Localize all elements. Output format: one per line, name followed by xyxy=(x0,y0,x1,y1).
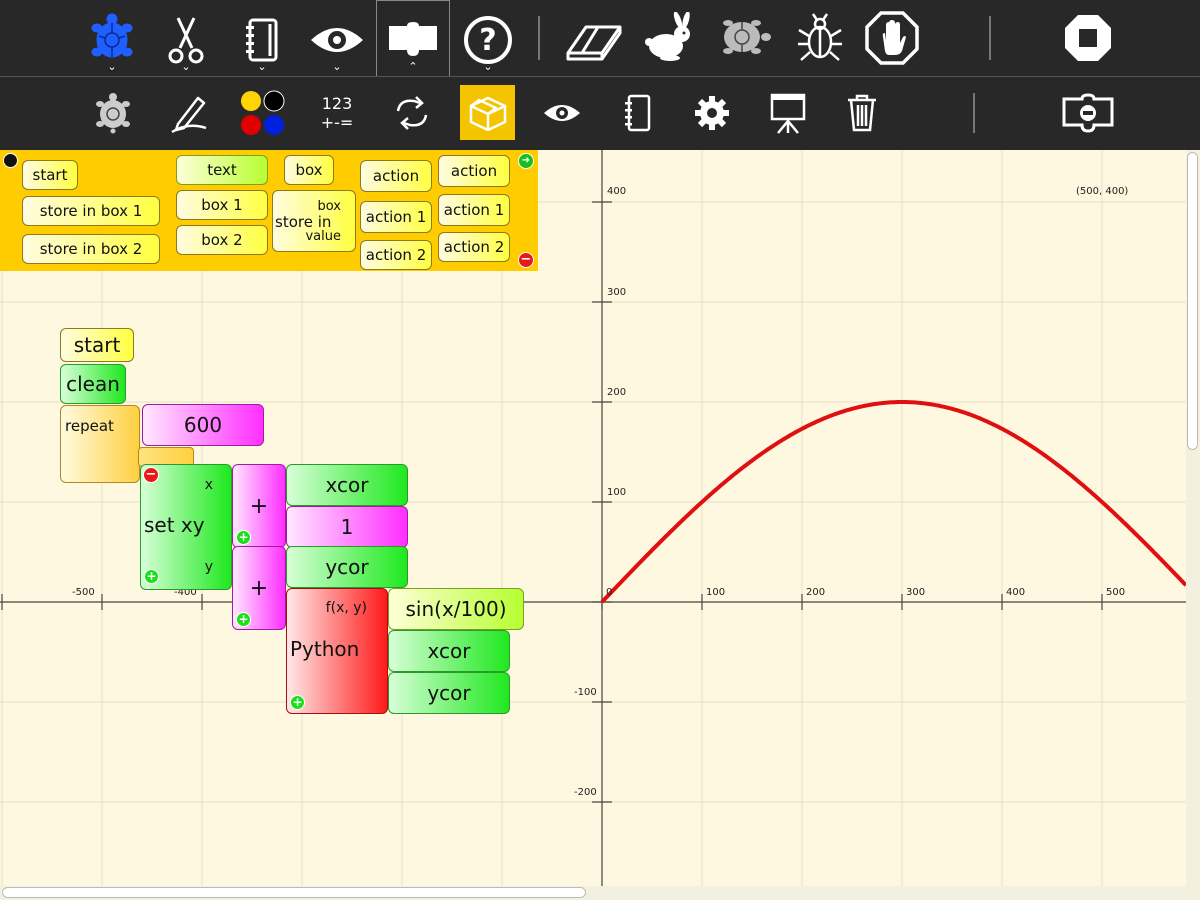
clean-block[interactable]: clean xyxy=(60,364,126,404)
palette-action2-call-block[interactable]: action 2 xyxy=(438,232,510,262)
view-menu-caret: ⌄ xyxy=(332,60,342,73)
palette-action2-block[interactable]: action 2 xyxy=(360,240,432,270)
y-tick-label: 400 xyxy=(607,186,627,197)
bug-icon[interactable] xyxy=(790,6,850,70)
y-tick-label: -100 xyxy=(574,687,597,698)
extras-palette-icon[interactable] xyxy=(684,85,740,141)
y-tick-label: 200 xyxy=(607,387,627,398)
scissors-icon[interactable]: ⌄ xyxy=(158,6,214,74)
palette-action-block[interactable]: action xyxy=(360,160,432,192)
palette-box2-block[interactable]: box 2 xyxy=(176,225,268,255)
y-tick-label: 300 xyxy=(607,287,627,298)
start-block[interactable]: start xyxy=(60,328,134,362)
palette-store-in-block[interactable]: store in box value xyxy=(272,190,356,252)
turtle-menu-caret: ⌄ xyxy=(107,60,117,73)
collapse-icon[interactable]: − xyxy=(143,467,159,483)
palette-menu-caret: ⌃ xyxy=(408,60,418,73)
turtle-icon[interactable]: ⌄ xyxy=(84,6,140,74)
y-tick-label: -200 xyxy=(574,787,597,798)
setxy-x-label: x xyxy=(204,477,213,493)
trash-icon[interactable] xyxy=(834,85,890,141)
project-menu-caret: ⌄ xyxy=(257,60,267,73)
palette-box-block[interactable]: box xyxy=(284,155,334,185)
expand-icon[interactable]: + xyxy=(144,569,159,584)
x-tick-label: 500 xyxy=(1106,587,1126,598)
repeat-count-block[interactable]: 600 xyxy=(142,404,264,446)
store-in-box-label: box xyxy=(317,199,342,214)
python-ycor-block[interactable]: ycor xyxy=(388,672,510,714)
python-xcor-block[interactable]: xcor xyxy=(388,630,510,672)
palette-shrink-icon[interactable]: − xyxy=(518,252,534,268)
rabbit-icon[interactable] xyxy=(638,6,698,70)
python-fxy-label: f(x, y) xyxy=(325,600,367,616)
presentation-palette-icon[interactable] xyxy=(760,85,816,141)
notebook-icon[interactable]: ⌄ xyxy=(234,6,290,74)
number-one-block[interactable]: 1 xyxy=(286,506,408,548)
x-tick-label: 200 xyxy=(806,587,826,598)
repeat-label: repeat xyxy=(65,417,114,435)
horizontal-scroll-thumb[interactable] xyxy=(2,887,586,898)
palette-action1-block[interactable]: action 1 xyxy=(360,201,432,233)
palette-action-call-block[interactable]: action xyxy=(438,155,510,187)
python-label: Python xyxy=(290,637,360,661)
expand-icon[interactable]: + xyxy=(236,530,251,545)
stop-icon[interactable] xyxy=(1058,6,1118,70)
y-tick-label: 100 xyxy=(607,487,627,498)
help-menu-caret: ⌄ xyxy=(483,60,493,73)
collapse-icon[interactable] xyxy=(1058,85,1118,141)
media-palette-icon[interactable] xyxy=(610,85,666,141)
toolbar-separator xyxy=(538,16,540,60)
numbers-icon-bottom: +-= xyxy=(320,113,354,132)
toolbar-separator xyxy=(989,16,991,60)
pen-palette-icon[interactable] xyxy=(161,85,217,141)
blocks-palette-icon[interactable] xyxy=(460,85,515,140)
xcor-block[interactable]: xcor xyxy=(286,464,408,506)
palette-store-box2-block[interactable]: store in box 2 xyxy=(22,234,160,264)
x-tick-label: 100 xyxy=(706,587,726,598)
repeat-block[interactable]: repeat xyxy=(60,405,140,483)
turtle-palette-icon[interactable] xyxy=(85,85,141,141)
toolbar-separator xyxy=(973,93,975,133)
stop-hand-icon[interactable] xyxy=(862,6,922,70)
palette-action1-call-block[interactable]: action 1 xyxy=(438,194,510,226)
setxy-y-label: y xyxy=(204,559,213,575)
numbers-palette-icon[interactable]: 123 +-= xyxy=(309,85,365,141)
numbers-icon-top: 123 xyxy=(321,94,353,113)
edit-menu-caret: ⌄ xyxy=(181,60,191,73)
coordinate-readout: (500, 400) xyxy=(1076,186,1129,197)
x-tick-label: 0 xyxy=(606,587,613,598)
palette-box1-block[interactable]: box 1 xyxy=(176,190,268,220)
slow-turtle-icon[interactable] xyxy=(714,6,774,70)
palette-store-box1-block[interactable]: store in box 1 xyxy=(22,196,160,226)
x-tick-label: 400 xyxy=(1006,587,1026,598)
palette-toggle-icon[interactable]: ⌃ xyxy=(384,6,442,74)
flow-palette-icon[interactable] xyxy=(384,85,440,141)
store-in-value-label: value xyxy=(305,229,341,244)
eraser-icon[interactable] xyxy=(562,6,626,70)
ycor-block[interactable]: ycor xyxy=(286,546,408,588)
colors-palette-icon[interactable] xyxy=(234,85,290,141)
palette-start-block[interactable]: start xyxy=(22,160,78,190)
palette-orientation-icon[interactable] xyxy=(3,153,18,168)
sensors-palette-icon[interactable] xyxy=(534,85,590,141)
python-expression-block[interactable]: sin(x/100) xyxy=(388,588,524,630)
palette-next-icon[interactable]: ➜ xyxy=(518,153,534,169)
eye-icon[interactable]: ⌄ xyxy=(309,6,365,74)
vertical-scroll-thumb[interactable] xyxy=(1187,152,1198,450)
svg-text:?: ? xyxy=(479,23,496,58)
expand-icon[interactable]: + xyxy=(290,695,305,710)
expand-icon[interactable]: + xyxy=(236,612,251,627)
x-tick-label: -500 xyxy=(72,587,95,598)
setxy-label: set xy xyxy=(144,513,205,537)
x-tick-label: 300 xyxy=(906,587,926,598)
help-icon[interactable]: ? ⌄ xyxy=(460,6,516,74)
palette-text-block[interactable]: text xyxy=(176,155,268,185)
